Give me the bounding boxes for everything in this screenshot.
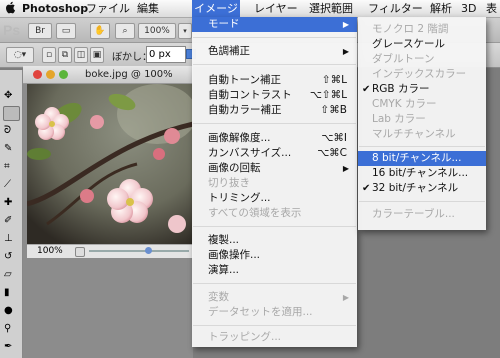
- status-menu-icon[interactable]: [75, 247, 85, 257]
- menu-filter[interactable]: フィルター: [368, 0, 423, 17]
- feather-input[interactable]: 0 px: [146, 46, 186, 63]
- clone-stamp-icon[interactable]: ⊥: [4, 233, 18, 245]
- menu-image[interactable]: イメージ: [192, 0, 240, 17]
- mode-item-rgb[interactable]: ✔ RGB カラー: [358, 82, 486, 97]
- minimize-window-icon[interactable]: [46, 70, 55, 79]
- menu-item-trap: トラッピング...: [208, 331, 282, 343]
- menu-item-auto-contrast[interactable]: 自動コントラスト ⌥⇧⌘L: [192, 88, 357, 103]
- menu-item-adjustments[interactable]: 色調補正 ▶: [192, 44, 357, 59]
- photo-image: [27, 84, 193, 244]
- menu-item-apply-image[interactable]: 画像操作...: [192, 248, 357, 263]
- document-zoom-level[interactable]: 100%: [37, 245, 63, 258]
- menu-item-apply-data-set: データセットを適用...: [208, 306, 313, 318]
- add-selection-icon[interactable]: ⧉: [58, 47, 72, 63]
- mode-item-color-table: カラーテーブル...: [372, 208, 455, 220]
- eyedropper-tool-icon[interactable]: ⟋: [4, 179, 18, 191]
- marquee-tool-icon[interactable]: [3, 106, 20, 121]
- tool-preset-icon[interactable]: ▭: [56, 23, 76, 39]
- menu-3d[interactable]: 3D: [461, 0, 476, 17]
- mode-item-8bit[interactable]: 8 bit/チャンネル...: [358, 151, 486, 166]
- hand-tool-icon[interactable]: ✋: [90, 23, 110, 39]
- close-window-icon[interactable]: [33, 70, 42, 79]
- menu-item-auto-color[interactable]: 自動カラー補正 ⇧⌘B: [192, 103, 357, 118]
- blur-tool-icon[interactable]: ●: [4, 305, 18, 317]
- history-brush-icon[interactable]: ↺: [4, 251, 18, 263]
- document-status-bar: 100%: [27, 244, 193, 258]
- menu-analysis[interactable]: 解析: [430, 0, 452, 17]
- zoom-level-dropdown[interactable]: 100%: [138, 23, 176, 39]
- menu-separator: [193, 37, 356, 38]
- mode-item-bitmap: モノクロ 2 階調: [372, 23, 449, 35]
- menu-item-auto-tone[interactable]: 自動トーン補正 ⇧⌘L: [192, 73, 357, 88]
- menu-item-image-size[interactable]: 画像解像度... ⌥⌘I: [192, 131, 357, 146]
- mode-item-16bit[interactable]: 16 bit/チャンネル...: [358, 166, 486, 181]
- menu-item-crop: 切り抜き: [208, 177, 250, 189]
- zoom-tool-icon[interactable]: ⌕: [115, 23, 135, 39]
- mode-item-indexed-color: インデックスカラー: [372, 68, 467, 80]
- menu-item-reveal-all: すべての領域を表示: [208, 207, 302, 219]
- submenu-arrow-icon: ▶: [342, 293, 349, 302]
- menu-item-variables: 変数 ▶: [208, 291, 349, 303]
- document-canvas[interactable]: [27, 84, 193, 244]
- new-selection-icon[interactable]: ▫: [42, 47, 56, 63]
- menu-separator: [193, 283, 356, 284]
- scrollbar-thumb[interactable]: [145, 247, 152, 254]
- menu-file[interactable]: ファイル: [86, 0, 130, 17]
- menu-item-image-rotation[interactable]: 画像の回転 ▶: [192, 161, 357, 176]
- submenu-arrow-icon: ▶: [342, 47, 349, 56]
- submenu-arrow-icon: ▶: [342, 20, 349, 29]
- healing-brush-icon[interactable]: ✚: [4, 197, 18, 209]
- mode-submenu: モノクロ 2 階調 グレースケール ダブルトーン インデックスカラー ✔ RGB …: [358, 17, 486, 230]
- menu-separator: [193, 64, 356, 65]
- brush-tool-icon[interactable]: ✐: [4, 215, 18, 227]
- mode-item-multichannel: マルチチャンネル: [372, 128, 456, 140]
- menu-item-calculations[interactable]: 演算...: [192, 263, 357, 278]
- menu-edit[interactable]: 編集: [137, 0, 159, 17]
- lasso-tool-icon[interactable]: ᘐ: [4, 125, 18, 137]
- menu-item-duplicate[interactable]: 複製...: [192, 233, 357, 248]
- document-title: boke.jpg @ 100%: [85, 69, 173, 80]
- checkmark-icon: ✔: [362, 84, 371, 95]
- zoom-dropdown-arrow-icon[interactable]: ▾: [178, 23, 192, 39]
- menu-item-canvas-size[interactable]: カンバスサイズ... ⌥⌘C: [192, 146, 357, 161]
- menu-separator: [193, 123, 356, 124]
- checkmark-icon: ✔: [362, 183, 371, 194]
- menu-app-name[interactable]: Photoshop: [22, 0, 88, 17]
- submenu-arrow-icon: ▶: [342, 164, 349, 173]
- menu-separator: [359, 146, 485, 147]
- pen-tool-icon[interactable]: ✒: [4, 341, 18, 353]
- mode-item-32bit[interactable]: ✔ 32 bit/チャンネル: [358, 181, 486, 196]
- gradient-tool-icon[interactable]: ▮: [4, 287, 18, 299]
- horizontal-scrollbar[interactable]: [89, 250, 189, 252]
- menu-item-trim[interactable]: トリミング...: [192, 191, 357, 206]
- menu-separator: [193, 226, 356, 227]
- toolbox: ✥ ᘐ ✎ ⌗ ⟋ ✚ ✐ ⊥ ↺ ▱ ▮ ● ⚲ ✒: [0, 70, 23, 358]
- menu-view[interactable]: 表: [486, 0, 497, 17]
- mode-item-lab: Lab カラー: [372, 113, 426, 125]
- crop-tool-icon[interactable]: ⌗: [4, 161, 18, 173]
- menu-separator: [359, 201, 485, 202]
- image-menu-dropdown: モード ▶ 色調補正 ▶ 自動トーン補正 ⇧⌘L 自動コントラスト ⌥⇧⌘L 自動カラー…: [192, 17, 357, 347]
- bridge-button[interactable]: Br: [28, 23, 52, 39]
- eraser-tool-icon[interactable]: ▱: [4, 269, 18, 281]
- marquee-preset-icon[interactable]: ◌▾: [6, 47, 34, 63]
- mode-item-grayscale[interactable]: グレースケール: [358, 37, 486, 52]
- menu-item-mode[interactable]: モード ▶: [192, 17, 357, 32]
- dodge-tool-icon[interactable]: ⚲: [4, 323, 18, 335]
- ps-logo-icon: Ps: [3, 22, 21, 38]
- quick-select-tool-icon[interactable]: ✎: [4, 143, 18, 155]
- mode-item-cmyk: CMYK カラー: [372, 98, 437, 110]
- move-tool-icon[interactable]: ✥: [4, 90, 18, 102]
- menu-select[interactable]: 選択範囲: [309, 0, 353, 17]
- menu-separator: [193, 325, 356, 326]
- menu-layer[interactable]: レイヤー: [254, 0, 298, 17]
- intersect-selection-icon[interactable]: ▣: [90, 47, 104, 63]
- zoom-window-icon[interactable]: [59, 70, 68, 79]
- mode-item-duotone: ダブルトーン: [372, 53, 435, 65]
- apple-icon[interactable]: [6, 1, 16, 14]
- subtract-selection-icon[interactable]: ◫: [74, 47, 88, 63]
- menu-bar: Photoshop ファイル 編集 イメージ レイヤー 選択範囲 フィルター 解…: [0, 0, 500, 18]
